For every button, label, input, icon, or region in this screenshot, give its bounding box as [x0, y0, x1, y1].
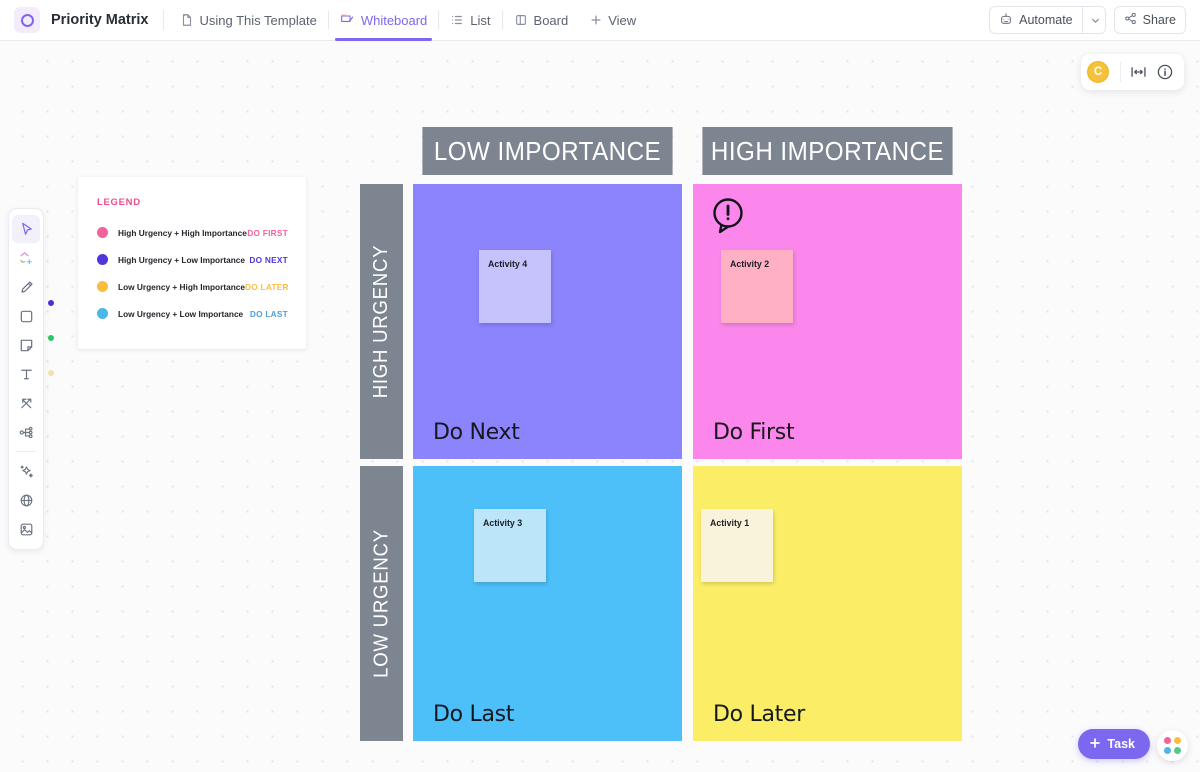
quadrant-label: Do Last [433, 702, 515, 727]
share-button[interactable]: Share [1113, 6, 1186, 34]
legend-tag: DO LAST [249, 308, 288, 319]
divider [162, 10, 164, 30]
quadrant-label: Do Next [433, 420, 520, 445]
quadrant-do-next[interactable]: Activity 4 Do Next [413, 184, 682, 459]
share-icon [1124, 12, 1137, 28]
doc-icon [180, 13, 194, 27]
divider [1120, 62, 1121, 82]
fit-to-screen-icon[interactable] [1130, 64, 1147, 80]
quadrant-label: Do First [713, 420, 795, 445]
legend-dot-do-first [97, 227, 108, 238]
column-header-high-importance[interactable]: HIGH IMPORTANCE [702, 127, 953, 175]
tab-list[interactable]: List [439, 0, 501, 41]
marker-yellow [48, 370, 54, 376]
info-icon[interactable] [1156, 63, 1174, 81]
text-tool[interactable] [12, 360, 40, 388]
select-tool[interactable] [12, 215, 40, 243]
plus-icon [590, 14, 602, 26]
legend-item: High Urgency + High Importance DO FIRST [97, 219, 288, 246]
connector-tool[interactable] [12, 389, 40, 417]
row-header-high-urgency[interactable]: HIGH URGENCY [360, 184, 403, 459]
whiteboard-toolbar [8, 208, 44, 550]
plus-icon [1089, 737, 1101, 752]
tab-label: Using This Template [199, 12, 317, 28]
rectangle-tool[interactable] [12, 302, 40, 330]
legend-label: Low Urgency + High Importance [118, 281, 246, 292]
avatar[interactable]: C [1085, 59, 1111, 85]
shapes-tool[interactable] [12, 244, 40, 272]
sticky-note-text: Activity 4 [488, 259, 528, 269]
tab-label: List [470, 12, 491, 28]
sticky-note-activity-3[interactable]: Activity 3 [474, 509, 546, 582]
page-title: Priority Matrix [51, 12, 149, 28]
tab-label: Whiteboard [360, 12, 428, 28]
chevron-down-icon[interactable] [1081, 7, 1101, 33]
legend-item: High Urgency + Low Importance DO NEXT [97, 246, 288, 273]
add-task-label: Task [1107, 737, 1135, 751]
robot-icon [999, 12, 1013, 29]
exclamation-speech-bubble-icon [708, 194, 750, 236]
legend-title: LEGEND [97, 197, 141, 208]
legend-dot-do-next [97, 254, 108, 265]
quadrant-do-later[interactable]: Activity 1 Do Later [693, 466, 962, 741]
legend-dot-do-last [97, 308, 108, 319]
row-header-low-urgency[interactable]: LOW URGENCY [360, 466, 403, 741]
clickup-circle-logo-icon[interactable] [14, 7, 40, 33]
whiteboard-icon [340, 13, 355, 27]
globe-tool[interactable] [12, 486, 40, 514]
ai-tool[interactable] [12, 457, 40, 485]
image-tool[interactable] [12, 515, 40, 543]
legend-item: Low Urgency + High Importance DO LATER [97, 273, 289, 300]
quadrant-label: Do Later [713, 702, 805, 727]
top-bar: Priority Matrix Using This Template Whit… [0, 0, 1200, 41]
tab-board[interactable]: Board [503, 0, 580, 41]
tab-bar: Using This Template Whiteboard List Boar… [169, 0, 648, 41]
row-header-label: LOW URGENCY [370, 529, 392, 678]
automate-label: Automate [1019, 13, 1073, 27]
board-icon [514, 13, 528, 27]
divider [16, 451, 36, 452]
quadrant-do-last[interactable]: Activity 3 Do Last [413, 466, 682, 741]
marker-green [48, 335, 54, 341]
top-bar-actions: Automate Share [989, 6, 1186, 34]
column-header-low-importance[interactable]: LOW IMPORTANCE [422, 127, 673, 175]
collaborators-chip: C [1081, 54, 1184, 90]
automate-button[interactable]: Automate [989, 6, 1106, 34]
legend-label: High Urgency + Low Importance [118, 254, 246, 265]
legend-tag: DO NEXT [249, 254, 288, 265]
marker-purple [48, 300, 54, 306]
row-header-label: HIGH URGENCY [370, 244, 393, 399]
legend-tag: DO FIRST [247, 227, 288, 238]
whiteboard-canvas[interactable]: LEGEND High Urgency + High Importance DO… [0, 41, 1200, 772]
legend-card: LEGEND High Urgency + High Importance DO… [78, 177, 306, 349]
sticky-note-tool[interactable] [12, 331, 40, 359]
sticky-note-activity-2[interactable]: Activity 2 [721, 250, 793, 323]
tab-label: View [608, 12, 637, 28]
quadrant-do-first[interactable]: Activity 2 Do First [693, 184, 962, 459]
legend-label: Low Urgency + Low Importance [118, 308, 244, 319]
sticky-note-text: Activity 2 [730, 259, 770, 269]
tab-whiteboard[interactable]: Whiteboard [329, 0, 438, 41]
sticky-note-activity-1[interactable]: Activity 1 [701, 509, 773, 582]
tab-using-this-template[interactable]: Using This Template [169, 0, 328, 41]
list-icon [450, 13, 464, 27]
mindmap-tool[interactable] [12, 418, 40, 446]
sticky-note-activity-4[interactable]: Activity 4 [479, 250, 551, 323]
sticky-note-text: Activity 3 [483, 518, 523, 528]
tab-label: Board [533, 12, 569, 28]
legend-dot-do-later [97, 281, 108, 292]
apps-grid-icon[interactable] [1157, 730, 1188, 761]
sticky-note-text: Activity 1 [710, 518, 750, 528]
share-label: Share [1142, 13, 1176, 27]
add-task-button[interactable]: Task [1078, 729, 1150, 759]
legend-label: High Urgency + High Importance [118, 227, 247, 238]
legend-tag: DO LATER [245, 281, 289, 292]
tab-add-view[interactable]: View [579, 0, 647, 41]
pen-tool[interactable] [12, 273, 40, 301]
legend-item: Low Urgency + Low Importance DO LAST [97, 300, 288, 327]
logo-ring [20, 13, 34, 27]
